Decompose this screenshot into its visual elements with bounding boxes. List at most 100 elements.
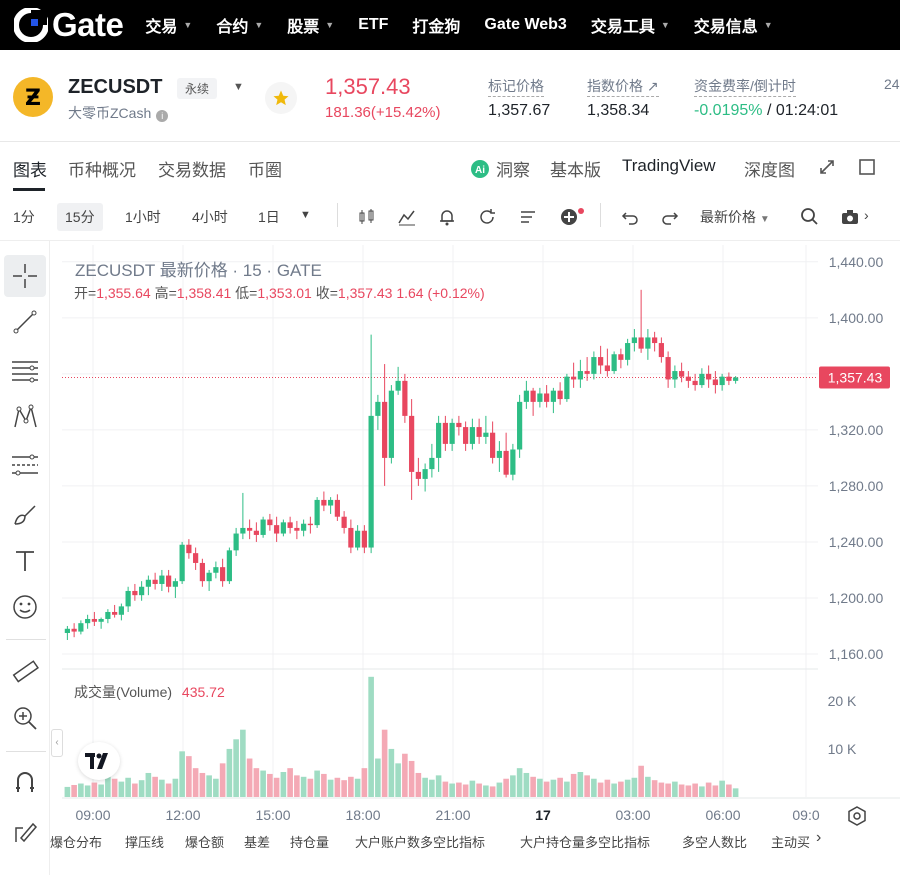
candle-body	[476, 427, 482, 437]
candle-body	[706, 373, 712, 380]
candle-body	[139, 586, 145, 596]
price-tick-label: 1,200.00	[829, 590, 884, 606]
candle-body	[98, 618, 104, 622]
volume-bar	[98, 784, 104, 797]
candle-body	[584, 371, 590, 374]
price-chart[interactable]: 1,440.001,400.001,360.001,320.001,280.00…	[0, 0, 900, 875]
volume-bar	[314, 770, 320, 797]
candle-body	[712, 379, 718, 386]
volume-bar	[327, 779, 334, 797]
volume-bar	[186, 756, 192, 797]
indicator-long-short-ratio[interactable]: 多空人数比	[682, 832, 747, 851]
volume-bar	[422, 777, 428, 797]
candle-body	[85, 618, 91, 624]
volume-bar	[726, 784, 732, 797]
indicator-liquidation-amount[interactable]: 爆仓额	[185, 832, 224, 851]
volume-bar	[91, 782, 98, 797]
candle-body	[571, 376, 577, 380]
volume-bar	[300, 776, 307, 797]
candle-body	[112, 611, 118, 615]
price-tick-label: 1,440.00	[829, 254, 884, 270]
indicator-top-position-ratio[interactable]: 大户持仓量多空比指标	[520, 832, 650, 851]
candle-body	[206, 572, 212, 582]
candle-body	[226, 550, 232, 582]
volume-bar	[267, 773, 273, 797]
time-tick-label: 09:0	[792, 807, 819, 823]
candle-body	[132, 590, 138, 596]
close-label: 收=	[315, 285, 338, 301]
volume-bar	[287, 768, 293, 797]
candle-body	[733, 377, 739, 381]
indicator-bar-next-icon[interactable]: ›	[816, 829, 821, 847]
candle-body	[679, 371, 685, 377]
candle-body	[692, 380, 698, 386]
candle-body	[658, 343, 664, 358]
candle-body	[557, 390, 563, 400]
volume-tick-label: 10 K	[828, 741, 857, 757]
volume-bar	[375, 758, 381, 797]
candle-body	[625, 343, 631, 360]
volume-bar	[226, 748, 233, 797]
indicator-support-resistance[interactable]: 撑压线	[125, 832, 164, 851]
volume-bar	[496, 782, 503, 797]
volume-bar	[597, 782, 604, 797]
volume-bar	[71, 784, 77, 797]
candle-body	[719, 376, 725, 386]
candle-body	[652, 337, 658, 344]
indicator-taker-buy[interactable]: 主动买	[771, 832, 815, 851]
tradingview-logo-icon[interactable]	[78, 742, 120, 780]
candle-body	[274, 525, 280, 534]
candle-body	[530, 390, 536, 402]
volume-bar	[111, 778, 118, 797]
candle-body	[550, 390, 556, 402]
volume-bar	[246, 758, 253, 797]
volume-bar	[152, 776, 158, 797]
candle-body	[166, 575, 172, 587]
candle-body	[604, 365, 610, 372]
volume-bar	[604, 779, 611, 797]
candle-body	[490, 432, 496, 458]
candle-body	[645, 337, 651, 349]
candle-body	[267, 519, 273, 526]
candle-body	[253, 530, 259, 535]
candle-body	[159, 575, 165, 584]
time-tick-label: 17	[535, 807, 551, 823]
volume-bar	[429, 779, 435, 797]
indicator-top-account-ratio[interactable]: 大户账户数多空比指标	[355, 832, 485, 851]
candle-body	[544, 393, 550, 402]
candle-body	[307, 523, 313, 526]
volume-bar	[638, 765, 644, 797]
candle-body	[78, 623, 84, 632]
volume-bar	[395, 763, 401, 797]
volume-bar	[273, 777, 280, 797]
volume-bar	[699, 786, 705, 797]
volume-bar	[523, 772, 530, 797]
volume-bar	[719, 780, 725, 797]
indicator-open-interest[interactable]: 持仓量	[290, 832, 329, 851]
candle-body	[220, 567, 226, 582]
candle-body	[510, 449, 516, 475]
ohlc-legend: 开=1,355.64 高=1,358.41 低=1,353.01 收=1,357…	[74, 283, 485, 303]
volume-bar	[449, 783, 455, 797]
indicator-basis[interactable]: 基差	[244, 832, 270, 851]
candle-body	[186, 544, 192, 554]
candle-body	[685, 376, 691, 381]
price-tick-label: 1,280.00	[829, 478, 884, 494]
volume-bar	[712, 785, 719, 797]
collapse-panel-icon[interactable]: ‹	[51, 729, 63, 757]
candle-body	[341, 516, 347, 528]
volume-bar	[165, 783, 172, 797]
candle-body	[564, 376, 570, 400]
volume-bar	[78, 783, 84, 797]
volume-bar	[64, 786, 71, 797]
volume-bar	[564, 781, 570, 797]
volume-bar	[132, 783, 138, 797]
volume-bar	[442, 781, 449, 797]
candle-body	[105, 611, 111, 619]
volume-bar	[550, 779, 557, 797]
volume-bar	[388, 748, 395, 797]
low-value: 1,353.01	[257, 285, 312, 301]
volume-bar	[557, 777, 563, 797]
candle-body	[456, 422, 462, 428]
indicator-liquidation-map[interactable]: 爆仓分布	[50, 832, 102, 851]
